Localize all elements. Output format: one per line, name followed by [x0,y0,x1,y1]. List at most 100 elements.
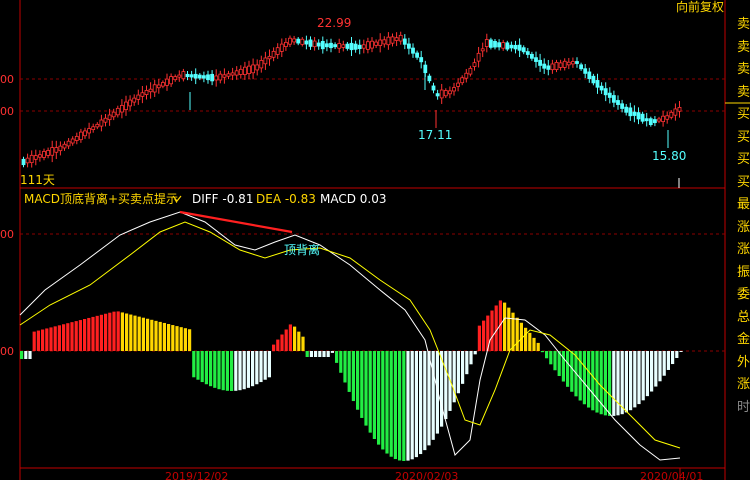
macd-bar [356,351,360,410]
candle-body [497,42,502,48]
candle-body [54,147,59,153]
candle-body [62,143,67,149]
side-panel-item[interactable]: 外 [737,352,750,375]
macd-bar [393,351,397,460]
side-panel-item[interactable]: 涨 [737,217,750,240]
candle-body [74,135,79,141]
side-panel-item[interactable]: 卖 [737,37,750,60]
candle-body [665,115,670,120]
side-panel-item[interactable]: 买 [737,149,750,172]
candle-body [624,106,629,113]
candle-body [320,40,325,50]
candle-body [644,118,649,122]
macd-bar [221,351,225,391]
side-panel-item[interactable]: 总 [737,307,750,330]
side-panel-item[interactable]: 买 [737,172,750,195]
stock-chart[interactable]: 00 00 00 00 22.99 17.11 15.80 111天 MACD顶… [0,0,750,480]
candle-body [546,65,551,70]
macd-bar [536,342,540,351]
side-panel-item[interactable]: 买 [737,104,750,127]
macd-value: MACD 0.03 [320,192,387,206]
macd-bar [234,351,238,391]
candle-body [411,47,415,54]
macd-bar [141,317,145,351]
candle-body [579,64,583,70]
macd-bar [192,351,196,378]
candle-body [534,57,538,62]
candle-body [632,111,637,116]
candle-body [238,68,243,75]
candle-body [324,43,329,48]
macd-bar [204,351,208,385]
candle-body [132,97,137,103]
indicator-name[interactable]: MACD顶底背离+买卖点提示 [24,191,178,206]
macd-bar [377,351,381,445]
macd-bar [582,351,586,405]
macd-bar [671,351,675,365]
side-panel-item[interactable]: 时 [737,397,750,420]
candle-body [607,92,612,98]
price-adjust-mode[interactable]: 向前复权 [676,0,724,14]
candle-body [653,119,657,124]
candle-body [423,64,428,74]
candle-body [669,111,674,118]
side-panel-item[interactable]: 振 [737,262,750,285]
candle-body [542,63,547,69]
candle-body [521,47,526,53]
candle-body [595,80,600,88]
macd-bar [272,344,276,351]
macd-bar [603,351,607,416]
macd-bar [477,325,481,351]
macd-bar [675,351,679,358]
macd-bar [570,351,574,392]
macd-bar [78,320,82,351]
macd-bar [444,351,448,420]
candle-body [361,44,366,49]
divergence-label: 顶背离 [284,242,320,257]
side-panel-item[interactable]: 卖 [737,59,750,82]
candle-body [571,61,575,65]
candle-body [111,111,116,118]
candle-body [33,155,38,160]
side-panel-item[interactable]: 金 [737,329,750,352]
grid-lines [20,78,725,352]
macd-bar [343,351,347,383]
macd-bar [591,351,595,411]
macd-bar [209,351,213,387]
macd-bar [372,351,376,440]
side-panel-item[interactable]: 最 [737,194,750,217]
side-panel-item[interactable]: 涨 [737,239,750,262]
side-panel-item[interactable]: 买 [737,127,750,150]
macd-bar [20,351,24,359]
side-panel-item[interactable]: 委 [737,284,750,307]
macd-bar [116,311,120,351]
macd-bar [99,314,103,351]
side-panel-item[interactable]: 卖 [737,82,750,105]
candle-body [558,62,563,68]
candle-body [169,76,174,85]
candle-body [29,154,34,164]
side-panel-item[interactable]: 涨 [737,374,750,397]
macd-bar [45,328,49,351]
candle-body [185,73,190,78]
macd-bar [280,334,284,351]
candle-body [173,76,178,81]
candle-body [620,103,624,109]
macd-bar [666,351,670,370]
candle-body [550,63,555,71]
candle-body [300,38,305,45]
candle-body [530,53,534,59]
candle-body [288,37,292,45]
candle-body [218,73,223,81]
side-panel-item[interactable]: 卖 [737,14,750,37]
macd-bar [351,351,355,402]
candle-body [628,107,633,117]
candle-body [46,150,50,156]
candle-body [304,40,309,45]
candle-body [443,90,448,97]
macd-bar [41,329,45,351]
macd-bar [314,351,318,357]
candle-body [25,157,30,164]
macd-bar [608,351,612,416]
macd-bar [91,316,95,351]
